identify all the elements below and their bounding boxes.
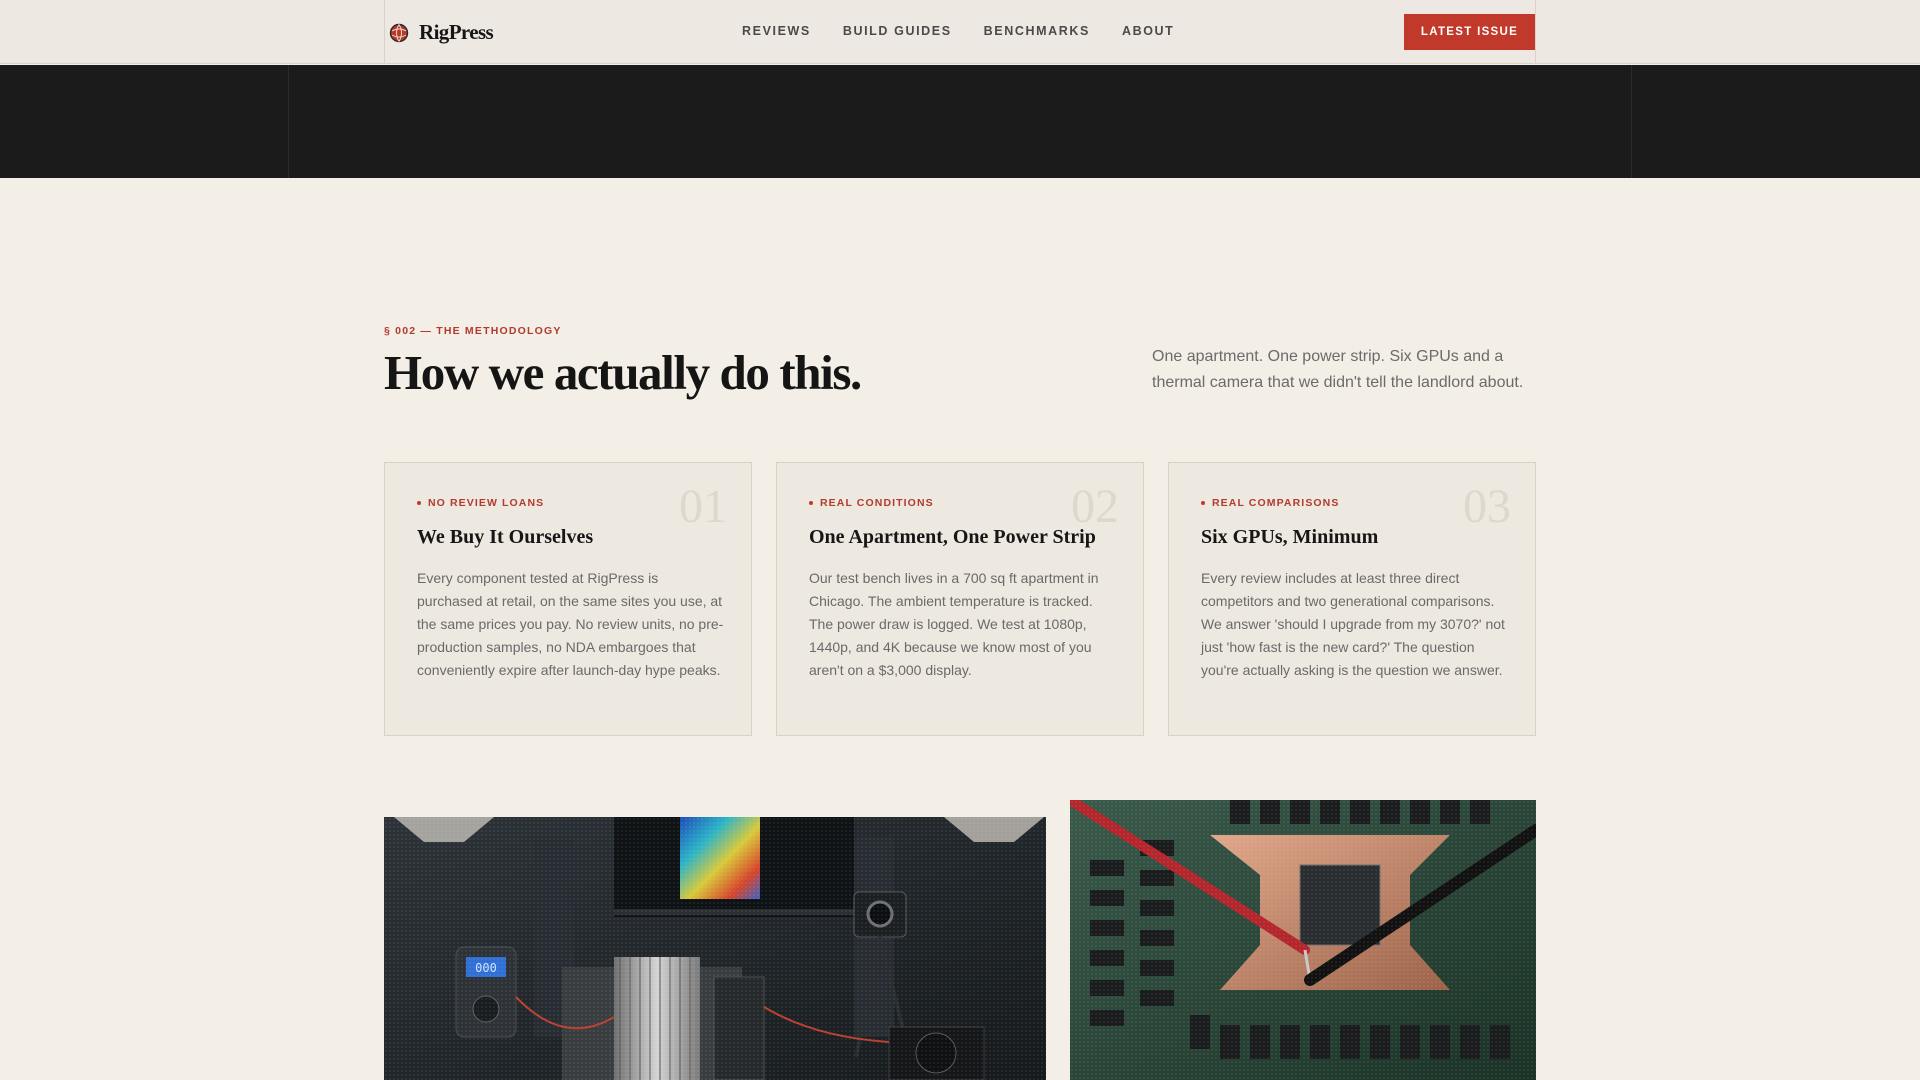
top-navigation: RigPress REVIEWS BUILD GUIDES BENCHMARKS… xyxy=(0,0,1920,64)
card-body: Every review includes at least three dir… xyxy=(1201,570,1505,678)
latest-issue-button[interactable]: LATEST ISSUE xyxy=(1404,14,1535,50)
section-intro: One apartment. One power strip. Six GPUs… xyxy=(1152,348,1524,391)
card-title: We Buy It Ourselves xyxy=(417,526,594,548)
card-tag: REAL COMPARISONS xyxy=(1201,497,1339,509)
methodology-card: REAL CONDITIONS 02 One Apartment, One Po… xyxy=(776,462,1144,736)
brand-name: RigPress xyxy=(419,20,494,44)
card-tag-label: REAL COMPARISONS xyxy=(1212,497,1340,509)
card-title: Six GPUs, Minimum xyxy=(1201,526,1379,548)
bullet-dot-icon xyxy=(1201,501,1205,505)
card-tag: REAL CONDITIONS xyxy=(809,497,934,509)
card-number: 03 xyxy=(1463,480,1511,533)
section-headline: How we actually do this. xyxy=(384,345,862,400)
card-number: 01 xyxy=(679,480,727,533)
card-title: One Apartment, One Power Strip xyxy=(809,526,1096,548)
dark-hero-band xyxy=(0,65,1920,178)
card-body: Every component tested at RigPress is pu… xyxy=(417,570,724,678)
band-divider xyxy=(288,65,289,178)
methodology-card: REAL COMPARISONS 03 Six GPUs, Minimum Ev… xyxy=(1168,462,1536,736)
card-body: Our test bench lives in a 700 sq ft apar… xyxy=(809,570,1099,678)
nav-link-benchmarks[interactable]: BENCHMARKS xyxy=(984,24,1090,38)
pcb-probe-illustration xyxy=(1070,800,1536,1080)
globe-mark-icon xyxy=(389,23,409,42)
brand-logo-link[interactable]: RigPress xyxy=(389,20,494,45)
card-tag-label: REAL CONDITIONS xyxy=(820,497,934,509)
card-tag: NO REVIEW LOANS xyxy=(417,497,544,509)
nav-link-reviews[interactable]: REVIEWS xyxy=(742,24,811,38)
nav-link-about[interactable]: ABOUT xyxy=(1122,24,1174,38)
primary-nav: REVIEWS BUILD GUIDES BENCHMARKS ABOUT xyxy=(742,24,1174,38)
nav-container: RigPress REVIEWS BUILD GUIDES BENCHMARKS… xyxy=(384,0,1536,64)
bullet-dot-icon xyxy=(417,501,421,505)
methodology-card: NO REVIEW LOANS 01 We Buy It Ourselves E… xyxy=(384,462,752,736)
band-divider xyxy=(1631,65,1632,178)
test-bench-illustration: 000 xyxy=(384,817,1046,1080)
gpu-probe-photo xyxy=(1070,800,1536,1080)
card-tag-label: NO REVIEW LOANS xyxy=(428,497,545,509)
test-bench-photo: 000 xyxy=(384,817,1046,1080)
methodology-cards: NO REVIEW LOANS 01 We Buy It Ourselves E… xyxy=(384,462,1536,736)
nav-link-build-guides[interactable]: BUILD GUIDES xyxy=(843,24,952,38)
section-kicker: § 002 — THE METHODOLOGY xyxy=(384,325,562,337)
multimeter-readout: 000 xyxy=(475,961,497,975)
bullet-dot-icon xyxy=(809,501,813,505)
